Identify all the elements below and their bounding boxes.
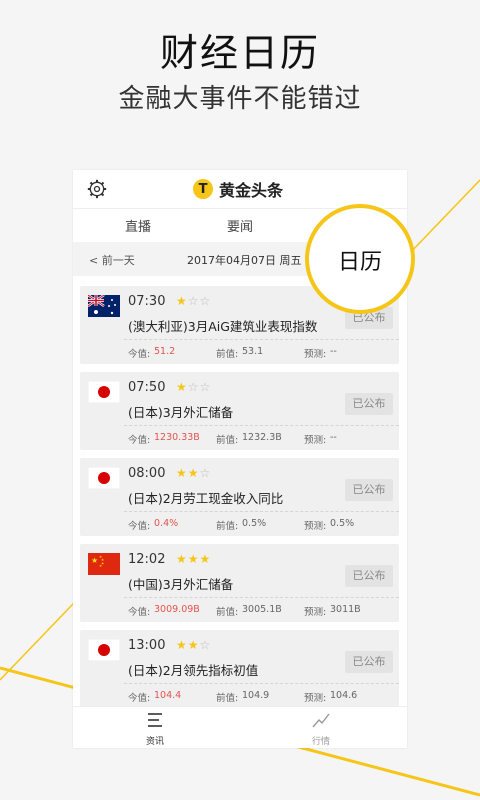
importance-stars: ★★☆ [176,466,212,480]
logo-badge-icon: T [193,179,213,199]
event-time: 13:00 [128,638,166,653]
actual-value: 104.4 [154,690,182,701]
nav-news[interactable]: 资讯 [125,711,185,747]
event-title: (日本)2月领先指标初值 [128,663,259,678]
divider [124,511,399,512]
forecast-value: 104.6 [330,690,358,701]
previous-label: 前值: [216,435,239,446]
event-title: (日本)2月劳工现金收入同比 [128,491,284,506]
previous-value: 1232.3B [242,432,282,443]
actual-value: 51.2 [154,346,176,357]
previous-label: 前值: [216,607,239,618]
event-card[interactable]: ★ ★ ★ ★ ★ 12:02 ★★★ (中国)3月外汇储备 已公布 今值: 3… [80,544,399,622]
status-badge: 已公布 [345,565,393,587]
event-title: (日本)3月外汇储备 [128,405,234,420]
previous-value: 104.9 [242,690,270,701]
nav-news-label: 资讯 [145,737,164,747]
japan-flag-icon [88,381,120,403]
japan-flag-icon [88,467,120,489]
importance-stars: ★☆☆ [176,380,212,394]
forecast-label: 预测: [304,607,327,618]
forecast-label: 预测: [304,693,327,704]
event-values: 今值: 3009.09B 前值: 3005.1B 预测: 3011B [128,604,399,618]
importance-stars: ★☆☆ [176,294,212,308]
event-title: (澳大利亚)3月AiG建筑业表现指数 [128,319,318,334]
forecast-value: 3011B [330,604,361,615]
china-flag-icon: ★ ★ ★ ★ ★ [88,553,120,575]
divider [124,425,399,426]
actual-value: 3009.09B [154,604,200,615]
calendar-magnifier-callout: 日历 [305,204,415,314]
actual-label: 今值: [128,607,151,618]
app-logo: T 黄金头条 [193,178,283,200]
forecast-label: 预测: [304,435,327,446]
previous-value: 3005.1B [242,604,282,615]
actual-label: 今值: [128,521,151,532]
actual-label: 今值: [128,349,151,360]
svg-text:★: ★ [91,556,98,565]
trend-icon [312,713,330,728]
event-card[interactable]: 13:00 ★★☆ (日本)2月领先指标初值 已公布 今值: 104.4 前值:… [80,630,399,708]
list-icon [148,713,162,727]
event-values: 今值: 1230.33B 前值: 1232.3B 预测: -- [128,432,399,446]
event-values: 今值: 0.4% 前值: 0.5% 预测: 0.5% [128,518,399,532]
japan-flag-icon [88,639,120,661]
forecast-value: -- [330,346,337,357]
status-badge: 已公布 [345,393,393,415]
previous-day-button[interactable]: < 前一天 [89,252,135,268]
australia-flag-icon [88,295,120,317]
svg-text:★: ★ [99,564,102,568]
divider [124,597,399,598]
nav-market-label: 行情 [311,737,330,747]
status-badge: 已公布 [345,651,393,673]
forecast-label: 预测: [304,521,327,532]
event-values: 今值: 104.4 前值: 104.9 预测: 104.6 [128,690,399,704]
importance-stars: ★★★ [176,552,212,566]
previous-label: 前值: [216,693,239,704]
previous-value: 0.5% [242,518,267,529]
importance-stars: ★★☆ [176,638,212,652]
forecast-value: -- [330,432,337,443]
divider [124,683,399,684]
event-card[interactable]: 07:50 ★☆☆ (日本)3月外汇储备 已公布 今值: 1230.33B 前值… [80,372,399,450]
event-time: 07:50 [128,380,166,395]
previous-label: 前值: [216,349,239,360]
forecast-value: 0.5% [330,518,355,529]
actual-label: 今值: [128,693,151,704]
divider [124,339,399,340]
current-date: 2017年04月07日 周五 [187,254,302,267]
previous-label: 前值: [216,521,239,532]
bottom-navigation: 资讯 行情 [73,706,407,748]
actual-label: 今值: [128,435,151,446]
previous-value: 53.1 [242,346,264,357]
event-time: 12:02 [128,552,166,567]
tab-live[interactable]: 直播 [125,216,151,235]
hero-title: 财经日历 [159,31,320,75]
event-values: 今值: 51.2 前值: 53.1 预测: -- [128,346,399,360]
logo-text: 黄金头条 [219,181,284,200]
actual-value: 1230.33B [154,432,200,443]
hero-subtitle: 金融大事件不能错过 [118,84,362,114]
tab-news[interactable]: 要闻 [227,216,253,235]
actual-value: 0.4% [154,518,179,529]
nav-market[interactable]: 行情 [291,711,351,747]
forecast-label: 预测: [304,349,327,360]
event-card[interactable]: 08:00 ★★☆ (日本)2月劳工现金收入同比 已公布 今值: 0.4% 前值… [80,458,399,536]
event-title: (中国)3月外汇储备 [128,577,234,592]
magnifier-label: 日历 [337,250,382,275]
status-badge: 已公布 [345,479,393,501]
event-time: 08:00 [128,466,166,481]
event-time: 07:30 [128,294,166,309]
gear-icon[interactable] [87,179,107,199]
